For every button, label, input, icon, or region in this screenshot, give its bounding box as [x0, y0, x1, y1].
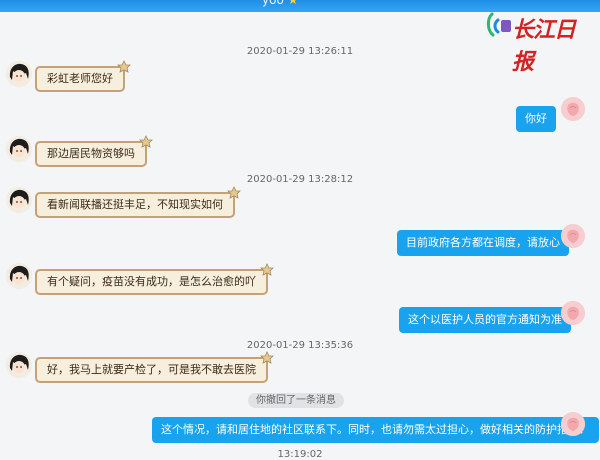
contact-avatar[interactable]	[6, 263, 32, 289]
user-avatar[interactable]	[561, 301, 585, 325]
message-bubble-incoming[interactable]: 彩虹老师您好	[35, 60, 131, 92]
user-avatar[interactable]	[561, 97, 585, 121]
pink-avatar-icon	[561, 224, 585, 248]
chat-history[interactable]: 2020-01-29 13:26:11 彩虹老师您好 你好 那边居民物资够吗 2…	[0, 12, 600, 460]
girl-avatar-icon	[6, 136, 32, 162]
bubble-ornament-icon	[117, 60, 131, 73]
message-bubble-incoming[interactable]: 好，我马上就要产检了，可是我不敢去医院	[35, 351, 274, 383]
recall-notice: 你撤回了一条消息	[248, 393, 344, 408]
bubble-ornament-icon	[260, 351, 274, 364]
message-timestamp: 2020-01-29 13:28:12	[246, 174, 354, 185]
message-bubble-incoming[interactable]: 看新闻联播还挺丰足，不知现实如何	[35, 186, 241, 218]
message-bubble-outgoing[interactable]: 这个以医护人员的官方通知为准	[399, 307, 571, 333]
message-timestamp: 2020-01-29 13:26:11	[246, 46, 354, 57]
girl-avatar-icon	[6, 352, 32, 378]
bubble-ornament-icon	[227, 186, 241, 199]
pink-avatar-icon	[561, 301, 585, 325]
message-timestamp: 13:19:02	[277, 449, 323, 460]
user-avatar[interactable]	[561, 412, 585, 436]
message-bubble-outgoing[interactable]: 你好	[516, 106, 556, 132]
star-icon: ★	[287, 0, 299, 7]
girl-avatar-icon	[6, 61, 32, 87]
message-bubble-outgoing[interactable]: 这个情况，请和居住地的社区联系下。同时，也请勿需太过担心，做好相关的防护措施！	[152, 417, 599, 443]
contact-avatar[interactable]	[6, 136, 32, 162]
message-bubble-outgoing[interactable]: 目前政府各方都在调度，请放心	[397, 230, 569, 256]
contact-avatar[interactable]	[6, 61, 32, 87]
bubble-ornament-icon	[139, 135, 153, 148]
message-bubble-incoming[interactable]: 有个疑问，疫苗没有成功，是怎么治愈的吖	[35, 263, 274, 295]
message-timestamp: 2020-01-29 13:35:36	[246, 340, 354, 351]
girl-avatar-icon	[6, 263, 32, 289]
contact-avatar[interactable]	[6, 187, 32, 213]
pink-avatar-icon	[561, 97, 585, 121]
window-title: yoo ★	[262, 0, 298, 7]
bubble-ornament-icon	[260, 263, 274, 276]
contact-avatar[interactable]	[6, 352, 32, 378]
girl-avatar-icon	[6, 187, 32, 213]
pink-avatar-icon	[561, 412, 585, 436]
user-avatar[interactable]	[561, 224, 585, 248]
message-bubble-incoming[interactable]: 那边居民物资够吗	[35, 135, 153, 167]
